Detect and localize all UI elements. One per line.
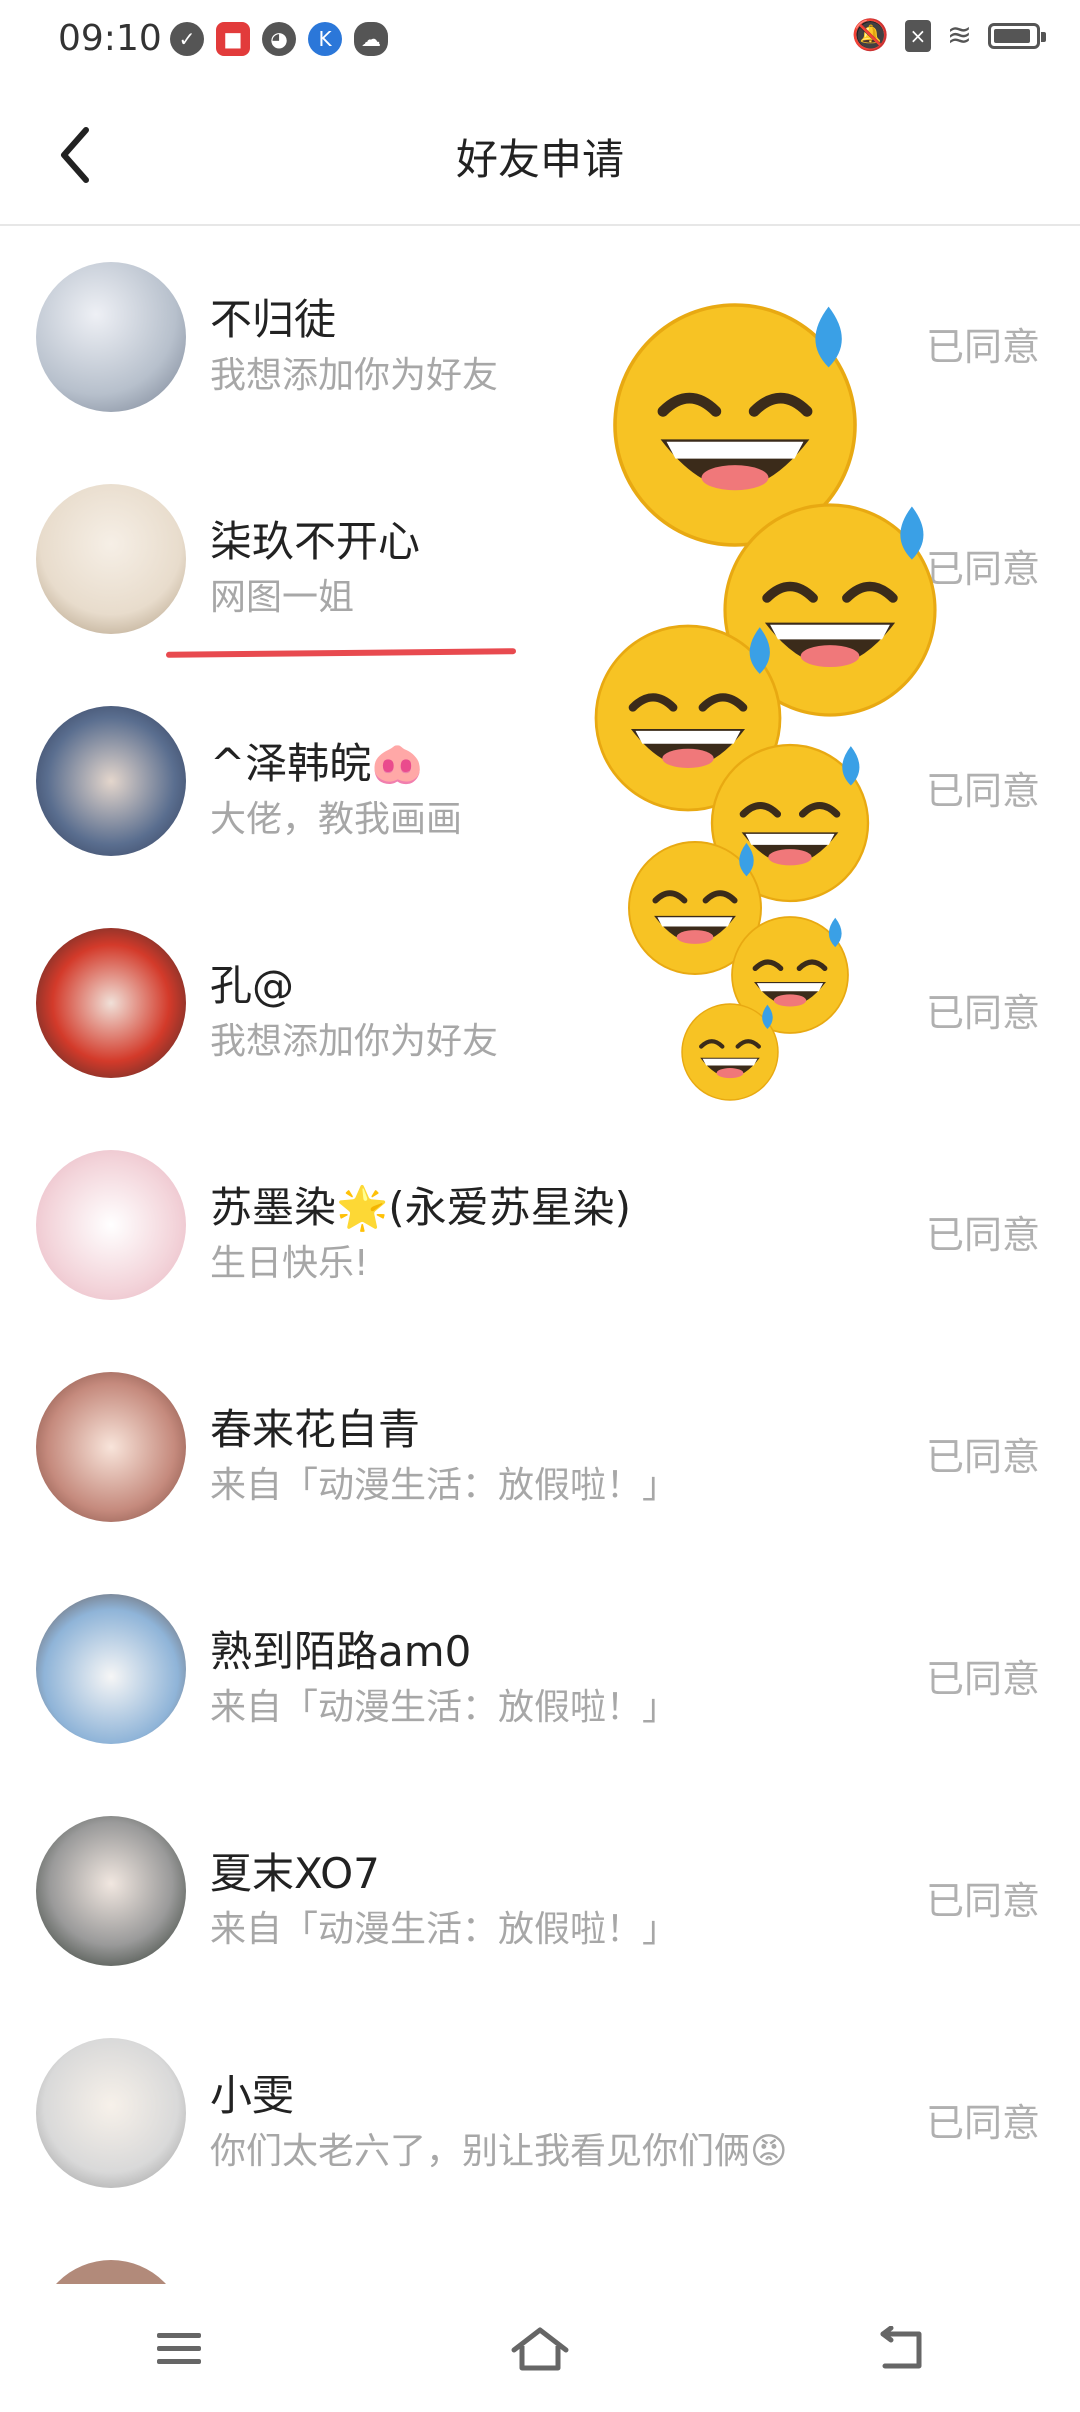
cloud-icon: ☁ [354,22,388,56]
page-title: 好友申请 [455,135,624,184]
status-bar: 09:10 ✓ ■ ◕ K ☁ 🔕 × ≋ [0,0,1080,80]
clock-icon: ✓ [170,22,204,56]
k-icon: K [308,22,342,56]
nickname: 柒玖不开心 [210,517,421,566]
avatar[interactable] [36,1816,186,1966]
request-row[interactable]: 柒玖不开心 网图一姐 已同意 [0,448,1080,670]
avatar[interactable] [36,484,186,634]
mute-icon: 🔕 [851,18,889,53]
avatar[interactable] [36,928,186,1078]
home-icon [511,2327,569,2371]
request-message: 我想添加你为好友 [210,355,499,396]
nickname: 孔@ [210,961,295,1010]
status-label: 已同意 [925,547,1040,591]
nickname: 夏末XO7 [210,1849,380,1898]
status-right-icons: 🔕 × ≋ [851,18,1046,53]
home-button[interactable] [500,2319,580,2379]
menu-button[interactable] [140,2319,220,2379]
request-row[interactable]: 春来花自青 来自「动漫生活：放假啦！」 已同意 [0,1336,1080,1558]
avatar[interactable] [36,1594,186,1744]
nickname: ^泽韩皖🐽 [210,739,424,788]
request-message: 来自「动漫生活：放假啦！」 [210,1909,679,1950]
back-nav-button[interactable] [860,2319,940,2379]
nickname: 熟到陌路am0 [210,1627,472,1676]
status-label: 已同意 [925,1657,1040,1701]
request-row[interactable]: 孔@ 我想添加你为好友 已同意 [0,892,1080,1114]
app-header: 好友申请 [0,80,1080,226]
back-icon [880,2326,922,2369]
request-message: 生日快乐! [210,1243,369,1284]
wifi-icon: ≋ [946,18,972,53]
request-message: 大佬，教我画画 [210,799,463,840]
request-row[interactable]: 夏末XO7 来自「动漫生活：放假啦！」 已同意 [0,1780,1080,2002]
request-row[interactable]: 熟到陌路am0 来自「动漫生活：放假啦！」 已同意 [0,1558,1080,1780]
nickname: 不归徒 [210,295,337,344]
nickname: 小雯 [210,2071,295,2120]
battery-icon [988,22,1046,49]
nickname: 春来花自青 [210,1405,421,1454]
status-label: 已同意 [925,1879,1040,1923]
request-row-partial[interactable] [0,2224,1080,2284]
request-row[interactable]: 小雯 你们太老六了，别让我看见你们俩😡 已同意 [0,2002,1080,2224]
status-label: 已同意 [925,2101,1040,2145]
status-label: 已同意 [925,991,1040,1035]
friend-request-list: 不归徒 我想添加你为好友 已同意 柒玖不开心 网图一姐 已同意 ^泽韩皖🐽 大佬… [0,226,1080,2284]
status-label: 已同意 [925,325,1040,369]
avatar[interactable] [36,1150,186,1300]
request-message: 你们太老六了，别让我看见你们俩😡 [210,2131,788,2172]
request-row[interactable]: 不归徒 我想添加你为好友 已同意 [0,226,1080,448]
request-row[interactable]: 苏墨染🌟(永爱苏星染) 生日快乐! 已同意 [0,1114,1080,1336]
status-label: 已同意 [925,769,1040,813]
status-label: 已同意 [925,1213,1040,1257]
request-message: 来自「动漫生活：放假啦！」 [210,1465,679,1506]
menu-icon [157,2333,201,2364]
avatar[interactable] [36,2038,186,2188]
avatar[interactable] [36,706,186,856]
request-message: 我想添加你为好友 [210,1021,499,1062]
nickname: 苏墨染🌟(永爱苏星染) [210,1183,632,1232]
system-nav-bar [0,2290,1080,2408]
sim-icon: × [904,19,931,52]
status-label: 已同意 [925,1435,1040,1479]
request-message: 来自「动漫生活：放假啦！」 [210,1687,679,1728]
status-notification-icons: ✓ ■ ◕ K ☁ [170,22,388,56]
cat-icon: ◕ [262,22,296,56]
app-icon: ■ [216,22,250,56]
status-time: 09:10 [58,18,162,59]
request-row[interactable]: ^泽韩皖🐽 大佬，教我画画 已同意 [0,670,1080,892]
avatar[interactable] [36,2260,186,2284]
request-message: 网图一姐 [210,577,355,618]
avatar[interactable] [36,1372,186,1522]
avatar[interactable] [36,262,186,412]
